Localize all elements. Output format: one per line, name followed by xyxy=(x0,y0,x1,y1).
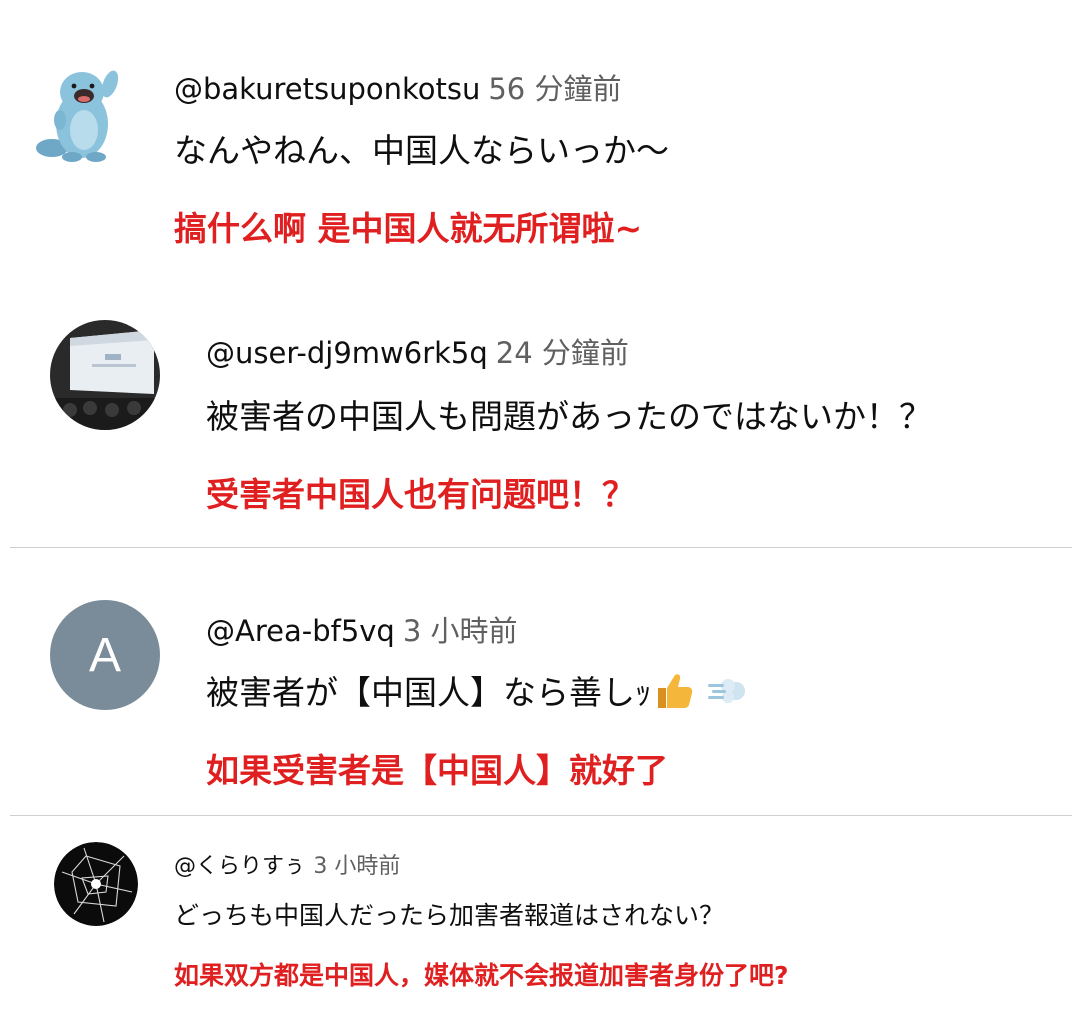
stage-photo-avatar[interactable] xyxy=(50,320,160,430)
comment-timestamp[interactable]: 56 分鐘前 xyxy=(488,72,621,106)
comment-timestamp[interactable]: 3 小時前 xyxy=(313,854,400,879)
quagsire-avatar-icon[interactable] xyxy=(30,62,130,162)
comment-translation: 受害者中国人也有问题吧！？ xyxy=(206,475,635,514)
comment-timestamp[interactable]: 3 小時前 xyxy=(403,614,518,648)
comment-translation: 如果双方都是中国人，媒体就不会报道加害者身份了吧? xyxy=(174,961,789,990)
comment-text: なんやねん、中国人ならいっか～ xyxy=(174,131,669,170)
divider xyxy=(10,815,1072,816)
comment-text: どっちも中国人だったら加害者報道はされない？ xyxy=(174,901,725,930)
dash-icon xyxy=(706,675,746,714)
comment-text: 被害者の中国人も問題があったのではないか！？ xyxy=(206,397,932,436)
comment-text: 被害者が【中国人】なら善しｯ xyxy=(206,673,652,712)
letter-avatar[interactable]: A xyxy=(50,600,160,710)
thumbs-up-icon xyxy=(654,672,694,718)
comment-3: A @Area-bf5vq 3 小時前 被害者が【中国人】なら善しｯ 如果受害者是… xyxy=(0,560,1080,810)
divider xyxy=(10,547,1072,548)
comment-handle[interactable]: @bakuretsuponkotsu xyxy=(174,72,480,106)
comment-timestamp[interactable]: 24 分鐘前 xyxy=(496,336,629,370)
comment-translation: 搞什么啊 是中国人就无所谓啦~ xyxy=(174,209,643,248)
comment-1: @bakuretsuponkotsu 56 分鐘前 なんやねん、中国人ならいっか～… xyxy=(0,0,1080,290)
comment-translation: 如果受害者是【中国人】就好了 xyxy=(206,751,668,790)
comment-handle[interactable]: @くらりすぅ xyxy=(174,854,305,879)
cracked-glass-avatar-icon[interactable] xyxy=(54,842,138,926)
comment-text-line: 被害者が【中国人】なら善しｯ xyxy=(206,666,746,718)
avatar-letter: A xyxy=(88,628,121,682)
comment-4: @くらりすぅ 3 小時前 どっちも中国人だったら加害者報道はされない？ 如果双方都… xyxy=(0,822,1080,1020)
comment-2: @user-dj9mw6rk5q 24 分鐘前 被害者の中国人も問題があったのでは… xyxy=(0,300,1080,546)
comment-handle[interactable]: @Area-bf5vq xyxy=(206,614,395,648)
comment-handle[interactable]: @user-dj9mw6rk5q xyxy=(206,336,488,370)
